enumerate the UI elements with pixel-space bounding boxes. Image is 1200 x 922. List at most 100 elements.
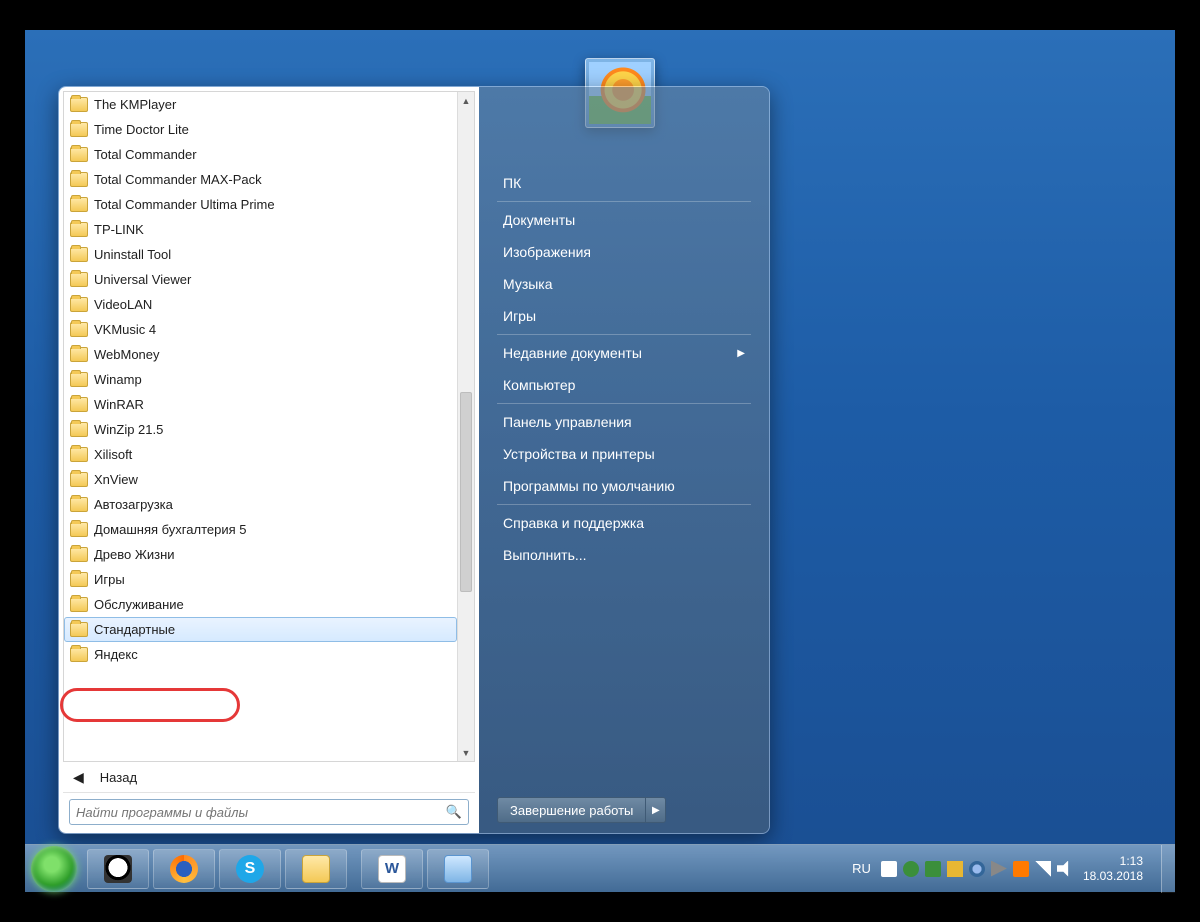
right-menu-item[interactable]: Компьютер (497, 369, 751, 401)
folder-icon (70, 547, 88, 562)
tray-icon[interactable] (1013, 861, 1029, 877)
program-folder[interactable]: WinRAR (64, 392, 457, 417)
search-input[interactable] (76, 805, 446, 820)
program-label: Домашняя бухгалтерия 5 (94, 522, 247, 537)
program-folder[interactable]: Total Commander MAX-Pack (64, 167, 457, 192)
tray-icon[interactable] (947, 861, 963, 877)
right-menu-label: Недавние документы (503, 345, 642, 361)
program-folder[interactable]: WebMoney (64, 342, 457, 367)
program-label: Total Commander (94, 147, 197, 162)
tray-icon[interactable] (991, 861, 1007, 877)
program-folder[interactable]: Древо Жизни (64, 542, 457, 567)
right-menu-item[interactable]: Изображения (497, 236, 751, 268)
shutdown-label: Завершение работы (510, 803, 633, 818)
program-folder[interactable]: Winamp (64, 367, 457, 392)
tray-icon[interactable] (969, 861, 985, 877)
network-icon[interactable] (1035, 861, 1051, 877)
taskbar-app-skype[interactable] (219, 849, 281, 889)
back-label: Назад (100, 770, 137, 785)
program-folder[interactable]: TP-LINK (64, 217, 457, 242)
right-menu-item[interactable]: Справка и поддержка (497, 507, 751, 539)
submenu-arrow-icon: ▶ (737, 348, 745, 359)
program-folder[interactable]: XnView (64, 467, 457, 492)
show-desktop-button[interactable] (1161, 845, 1175, 893)
right-menu-label: ПК (503, 175, 521, 191)
scroll-down-button[interactable]: ▼ (458, 744, 474, 761)
program-folder[interactable]: Игры (64, 567, 457, 592)
right-menu-label: Устройства и принтеры (503, 446, 655, 462)
folder-icon (70, 272, 88, 287)
start-button[interactable] (31, 846, 77, 892)
right-menu-item[interactable]: ПК (497, 167, 751, 199)
right-menu-label: Музыка (503, 276, 553, 292)
word-icon (378, 855, 406, 883)
explorer-icon (302, 855, 330, 883)
program-folder[interactable]: Домашняя бухгалтерия 5 (64, 517, 457, 542)
tray-icon[interactable] (881, 861, 897, 877)
folder-icon (70, 572, 88, 587)
tray-icon[interactable] (903, 861, 919, 877)
right-menu-item[interactable]: Игры (497, 300, 751, 332)
separator (497, 334, 751, 335)
program-label: WinRAR (94, 397, 144, 412)
scrollbar[interactable]: ▲ ▼ (457, 92, 474, 761)
right-menu-item[interactable]: Устройства и принтеры (497, 438, 751, 470)
program-label: Xilisoft (94, 447, 132, 462)
right-menu-item[interactable]: Панель управления (497, 406, 751, 438)
scrollbar-thumb[interactable] (460, 392, 472, 592)
back-button[interactable]: ◀ Назад (63, 762, 475, 792)
program-folder[interactable]: Total Commander (64, 142, 457, 167)
program-label: Древо Жизни (94, 547, 175, 562)
program-folder[interactable]: Xilisoft (64, 442, 457, 467)
taskbar-app-control-panel[interactable] (427, 849, 489, 889)
folder-icon (70, 147, 88, 162)
program-folder[interactable]: Обслуживание (64, 592, 457, 617)
shutdown-button[interactable]: Завершение работы (497, 797, 646, 823)
folder-icon (70, 647, 88, 662)
program-folder[interactable]: WinZip 21.5 (64, 417, 457, 442)
taskbar-items (87, 849, 489, 889)
folder-icon (70, 197, 88, 212)
program-folder[interactable]: VideoLAN (64, 292, 457, 317)
volume-icon[interactable] (1057, 861, 1073, 877)
program-folder[interactable]: Universal Viewer (64, 267, 457, 292)
program-folder[interactable]: VKMusic 4 (64, 317, 457, 342)
right-menu-item[interactable]: Выполнить... (497, 539, 751, 571)
folder-icon (70, 297, 88, 312)
program-folder[interactable]: The KMPlayer (64, 92, 457, 117)
folder-icon (70, 97, 88, 112)
program-folder[interactable]: Яндекс (64, 642, 457, 667)
taskbar-app-firefox[interactable] (153, 849, 215, 889)
right-menu-item[interactable]: Документы (497, 204, 751, 236)
control-panel-icon (444, 855, 472, 883)
right-menu-label: Программы по умолчанию (503, 478, 675, 494)
separator (497, 403, 751, 404)
program-label: Автозагрузка (94, 497, 173, 512)
right-menu-label: Игры (503, 308, 536, 324)
folder-icon (70, 422, 88, 437)
program-folder[interactable]: Стандартные (64, 617, 457, 642)
folder-icon (70, 597, 88, 612)
program-label: Total Commander MAX-Pack (94, 172, 262, 187)
taskbar-app-word[interactable] (361, 849, 423, 889)
clock-date: 18.03.2018 (1083, 869, 1143, 883)
scroll-up-button[interactable]: ▲ (458, 92, 474, 109)
start-menu-left-pane: The KMPlayerTime Doctor Lite Total Comman… (59, 87, 479, 833)
tray-icon[interactable] (925, 861, 941, 877)
taskbar-app-explorer[interactable] (285, 849, 347, 889)
folder-icon (70, 522, 88, 537)
folder-icon (70, 472, 88, 487)
taskbar-app-panda[interactable] (87, 849, 149, 889)
folder-icon (70, 172, 88, 187)
program-folder[interactable]: Time Doctor Lite (64, 117, 457, 142)
program-folder[interactable]: Total Commander Ultima Prime (64, 192, 457, 217)
clock[interactable]: 1:13 18.03.2018 (1083, 854, 1151, 883)
language-indicator[interactable]: RU (852, 861, 871, 876)
program-folder[interactable]: Uninstall Tool (64, 242, 457, 267)
right-menu-item[interactable]: Музыка (497, 268, 751, 300)
shutdown-options-button[interactable]: ▶ (646, 797, 666, 823)
program-folder[interactable]: Автозагрузка (64, 492, 457, 517)
right-menu-item[interactable]: Недавние документы ▶ (497, 337, 751, 369)
search-box[interactable]: 🔍 (69, 799, 469, 825)
right-menu-item[interactable]: Программы по умолчанию (497, 470, 751, 502)
